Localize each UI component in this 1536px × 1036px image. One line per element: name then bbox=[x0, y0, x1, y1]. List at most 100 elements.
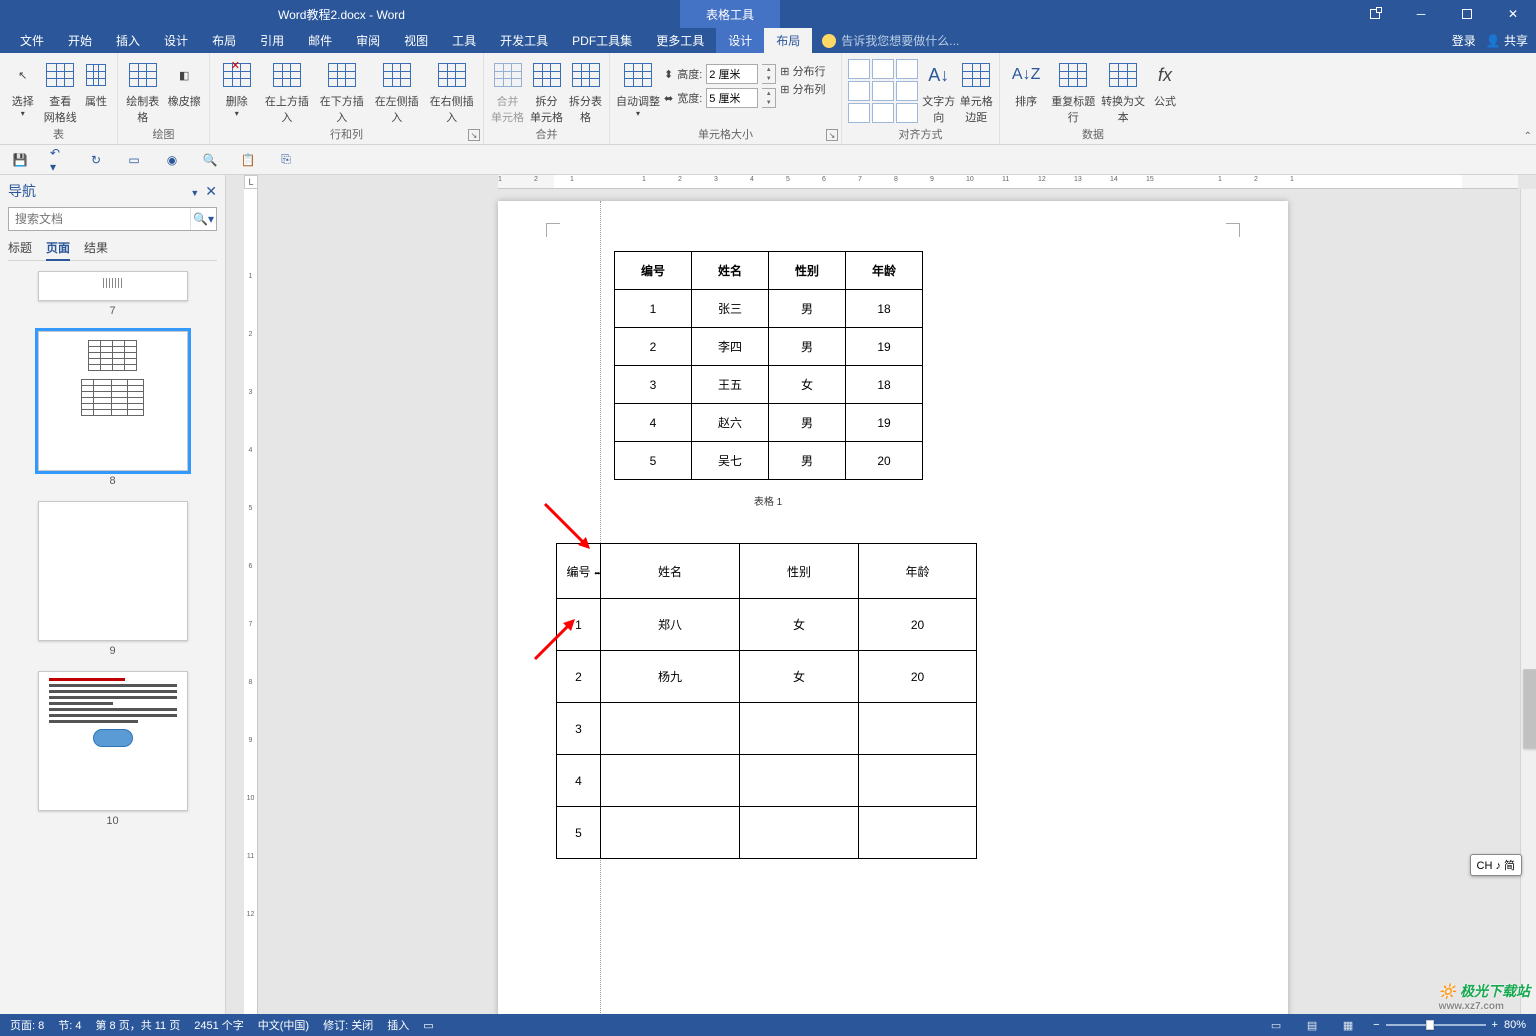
page-thumb-9[interactable] bbox=[38, 501, 188, 641]
properties-button[interactable]: 属性 bbox=[81, 59, 111, 109]
insert-right-button[interactable]: 在右侧插入 bbox=[426, 59, 477, 125]
sort-button[interactable]: A↓Z排序 bbox=[1006, 59, 1046, 109]
t1-cell[interactable]: 赵六 bbox=[692, 404, 769, 442]
qat-icon-5[interactable]: ⎘ bbox=[278, 152, 294, 168]
tab-more[interactable]: 更多工具 bbox=[644, 28, 716, 53]
share-button[interactable]: 👤 共享 bbox=[1486, 32, 1528, 49]
redo-icon[interactable]: ↻ bbox=[88, 152, 104, 168]
tab-mailings[interactable]: 邮件 bbox=[296, 28, 344, 53]
distribute-rows-button[interactable]: ⊞ 分布行 bbox=[780, 63, 825, 79]
qat-icon-3[interactable]: 🔍 bbox=[202, 152, 218, 168]
t2-cell[interactable] bbox=[859, 755, 977, 807]
t1-cell[interactable]: 18 bbox=[846, 290, 923, 328]
tab-file[interactable]: 文件 bbox=[8, 28, 56, 53]
vertical-ruler[interactable]: 123456789101112 bbox=[244, 189, 258, 1014]
convert-to-text-button[interactable]: 转换为文本 bbox=[1100, 59, 1146, 125]
status-page-of[interactable]: 第 8 页，共 11 页 bbox=[95, 1017, 180, 1033]
text-direction-button[interactable]: A↓文字方向 bbox=[922, 59, 956, 125]
tab-pdf[interactable]: PDF工具集 bbox=[560, 28, 644, 53]
page-thumb-7[interactable] bbox=[38, 271, 188, 301]
t2-h4[interactable]: 年龄 bbox=[859, 544, 977, 599]
eraser-button[interactable]: ◧橡皮擦 bbox=[166, 59, 204, 109]
tab-home[interactable]: 开始 bbox=[56, 28, 104, 53]
close-button[interactable]: ✕ bbox=[1490, 0, 1536, 28]
page-thumb-10[interactable] bbox=[38, 671, 188, 811]
nav-search-input[interactable] bbox=[9, 208, 190, 230]
insert-above-button[interactable]: 在上方插入 bbox=[261, 59, 312, 125]
nav-search[interactable]: 🔍▾ bbox=[8, 207, 217, 231]
tab-table-design[interactable]: 设计 bbox=[716, 28, 764, 53]
width-field[interactable]: ⬌宽度:▲▼ bbox=[664, 87, 776, 109]
login-link[interactable]: 登录 bbox=[1452, 32, 1476, 49]
t1-cell[interactable]: 4 bbox=[615, 404, 692, 442]
t2-cell[interactable] bbox=[601, 755, 740, 807]
t1-cell[interactable]: 吴七 bbox=[692, 442, 769, 480]
t1-cell[interactable]: 男 bbox=[769, 328, 846, 366]
t1-h4[interactable]: 年龄 bbox=[846, 252, 923, 290]
t2-h3[interactable]: 性别 bbox=[740, 544, 859, 599]
t1-cell[interactable]: 3 bbox=[615, 366, 692, 404]
page-thumb-8[interactable] bbox=[38, 331, 188, 471]
document-area[interactable]: L 123456789101112 1211234567891011121314… bbox=[226, 175, 1536, 1014]
t1-cell[interactable]: 18 bbox=[846, 366, 923, 404]
insert-below-button[interactable]: 在下方插入 bbox=[316, 59, 367, 125]
zoom-in-button[interactable]: + bbox=[1492, 1019, 1498, 1031]
alignment-grid[interactable] bbox=[848, 59, 918, 123]
qat-icon-4[interactable]: 📋 bbox=[240, 152, 256, 168]
t1-h2[interactable]: 姓名 bbox=[692, 252, 769, 290]
ime-indicator[interactable]: CH ♪ 简 bbox=[1470, 854, 1523, 876]
status-track[interactable]: 修订: 关闭 bbox=[323, 1017, 373, 1033]
status-lang[interactable]: 中文(中国) bbox=[258, 1017, 309, 1033]
zoom-level[interactable]: 80% bbox=[1504, 1019, 1526, 1031]
tab-table-layout[interactable]: 布局 bbox=[764, 28, 812, 53]
nav-tab-headings[interactable]: 标题 bbox=[8, 239, 32, 256]
page[interactable]: 编号 姓名 性别 年龄 1张三男18 2李四男19 3王五女18 4赵六男19 … bbox=[498, 201, 1288, 1014]
t2-cell[interactable] bbox=[601, 703, 740, 755]
zoom-out-button[interactable]: − bbox=[1373, 1019, 1379, 1031]
web-layout-icon[interactable]: ▦ bbox=[1337, 1016, 1359, 1034]
t1-cell[interactable]: 5 bbox=[615, 442, 692, 480]
split-cells-button[interactable]: 拆分 单元格 bbox=[529, 59, 564, 125]
insert-left-button[interactable]: 在左侧插入 bbox=[371, 59, 422, 125]
t2-cell[interactable] bbox=[740, 807, 859, 859]
tab-view[interactable]: 视图 bbox=[392, 28, 440, 53]
ruler-corner[interactable]: L bbox=[244, 175, 258, 189]
distribute-cols-button[interactable]: ⊞ 分布列 bbox=[780, 81, 825, 97]
t1-cell[interactable]: 男 bbox=[769, 404, 846, 442]
tell-me[interactable]: 告诉我您想要做什么... bbox=[822, 32, 959, 49]
collapse-ribbon-icon[interactable]: ⌃ bbox=[1524, 131, 1532, 142]
tab-design[interactable]: 设计 bbox=[152, 28, 200, 53]
select-button[interactable]: ↖选择▾ bbox=[6, 59, 40, 118]
t2-cell[interactable] bbox=[859, 703, 977, 755]
qat-icon-1[interactable]: ▭ bbox=[126, 152, 142, 168]
status-section[interactable]: 节: 4 bbox=[58, 1017, 81, 1033]
t2-cell[interactable]: 4 bbox=[557, 755, 601, 807]
status-words[interactable]: 2451 个字 bbox=[194, 1017, 244, 1033]
t2-cell[interactable]: 20 bbox=[859, 599, 977, 651]
t2-h2[interactable]: 姓名 bbox=[601, 544, 740, 599]
t2-cell[interactable]: 2 bbox=[557, 651, 601, 703]
t1-cell[interactable]: 20 bbox=[846, 442, 923, 480]
autofit-button[interactable]: 自动调整▾ bbox=[616, 59, 660, 118]
t1-h3[interactable]: 性别 bbox=[769, 252, 846, 290]
t1-cell[interactable]: 1 bbox=[615, 290, 692, 328]
search-icon[interactable]: 🔍▾ bbox=[190, 208, 216, 230]
vertical-scrollbar[interactable] bbox=[1520, 189, 1536, 1014]
maximize-button[interactable] bbox=[1444, 0, 1490, 28]
t1-cell[interactable]: 男 bbox=[769, 442, 846, 480]
t1-cell[interactable]: 李四 bbox=[692, 328, 769, 366]
t2-cell[interactable] bbox=[740, 703, 859, 755]
t2-cell[interactable]: 20 bbox=[859, 651, 977, 703]
tab-references[interactable]: 引用 bbox=[248, 28, 296, 53]
delete-button[interactable]: ✕删除▾ bbox=[216, 59, 257, 118]
nav-dropdown-icon[interactable]: ▼ bbox=[190, 188, 199, 198]
tab-review[interactable]: 审阅 bbox=[344, 28, 392, 53]
t1-cell[interactable]: 女 bbox=[769, 366, 846, 404]
status-page[interactable]: 页面: 8 bbox=[10, 1017, 44, 1033]
t1-cell[interactable]: 2 bbox=[615, 328, 692, 366]
status-insert[interactable]: 插入 bbox=[387, 1017, 409, 1033]
t2-cell[interactable]: 女 bbox=[740, 651, 859, 703]
minimize-button[interactable]: ─ bbox=[1398, 0, 1444, 28]
cell-margins-button[interactable]: 单元格 边距 bbox=[960, 59, 994, 125]
ribbon-display-options-icon[interactable] bbox=[1352, 0, 1398, 28]
